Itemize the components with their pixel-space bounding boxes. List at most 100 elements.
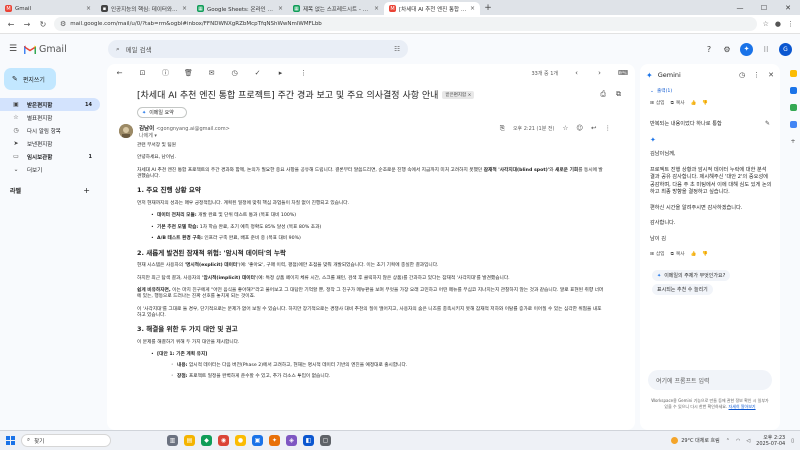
search-icon[interactable]: ⌕ [116, 45, 120, 54]
thumbs-up-icon[interactable]: 👍 [691, 252, 697, 257]
newer-icon[interactable]: ‹ [572, 69, 581, 77]
task-view-icon[interactable]: ▥ [167, 435, 178, 446]
reload-icon[interactable]: ↻ [38, 20, 48, 29]
snooze-icon[interactable]: ◷ [230, 69, 239, 77]
nav-item-more[interactable]: ⌄ 더보기 [0, 163, 100, 176]
browser-tab-doc[interactable]: ▪ 인공지능의 핵심: 데이터와 학습 × [96, 2, 192, 15]
browser-tab-active-mail[interactable]: M [차세대 AI 추천 엔진 통합 프로 × [384, 2, 480, 15]
add-task-icon[interactable]: ✓ [253, 69, 262, 77]
edit-prompt-icon[interactable]: ✎ [765, 120, 770, 127]
suggestion-chip[interactable]: 표시되는 추천 수 늘리기 [652, 284, 713, 296]
close-icon[interactable]: × [374, 5, 379, 12]
gemini-prompt-input[interactable]: 여기에 프롬프트 입력 [648, 370, 772, 390]
delete-icon[interactable]: 🗑 [184, 69, 193, 77]
nav-item-sent[interactable]: ➤ 보낸편지함 [0, 137, 100, 150]
app-icon[interactable]: ◆ [201, 435, 212, 446]
contacts-icon[interactable] [789, 121, 797, 128]
clock[interactable]: 오후 2:23 2025-07-04 [756, 435, 785, 447]
settings-gear-icon[interactable]: ⚙ [722, 45, 732, 54]
app-icon[interactable]: ▢ [320, 435, 331, 446]
keep-icon[interactable] [789, 87, 797, 94]
close-window-icon[interactable]: ✕ [776, 4, 800, 12]
suggestion-chip[interactable]: ✦ 이메일의 주제가 무엇인가요? [652, 270, 731, 282]
insert-button[interactable]: ⊞ 삽입 [650, 100, 665, 107]
windows-start-icon[interactable] [6, 436, 15, 445]
recipient-dropdown[interactable]: 나에게 ▾ [139, 132, 230, 139]
apps-grid-icon[interactable]: ⁝⁝ [761, 45, 771, 54]
gemini-button-icon[interactable]: ✦ [740, 42, 753, 56]
weather-widget[interactable]: 29°C 대체로 흐림 [671, 437, 720, 444]
compose-button[interactable]: ✎ 편지쓰기 [4, 68, 56, 90]
report-spam-icon[interactable]: ⓘ [161, 68, 170, 78]
app-icon[interactable]: ▣ [252, 435, 263, 446]
profile-icon[interactable]: ● [775, 20, 781, 28]
site-info-icon[interactable]: ⚙ [60, 20, 66, 28]
mark-unread-icon[interactable]: ✉ [207, 69, 216, 77]
print-icon[interactable]: ⎙ [600, 90, 606, 99]
nav-item-inbox[interactable]: ▣ 받은편지함 14 [0, 98, 100, 111]
reply-icon[interactable]: ↩ [591, 124, 596, 132]
copy-button[interactable]: ⧉ 복사 [671, 100, 685, 106]
search-bar[interactable]: ⌕ 메일 검색 ☷ [108, 40, 408, 58]
history-icon[interactable]: ◷ [739, 71, 745, 79]
main-menu-icon[interactable]: ☰ [2, 44, 24, 54]
emoji-react-icon[interactable]: ☺ [576, 124, 583, 132]
kakaotalk-icon[interactable]: ● [235, 435, 246, 446]
taskbar-search[interactable]: ⌕ 찾기 [21, 434, 111, 447]
close-panel-icon[interactable]: ✕ [768, 71, 774, 79]
minimize-icon[interactable]: — [728, 4, 752, 12]
keyboard-icon[interactable]: ⌨ [618, 69, 628, 77]
new-tab-button[interactable]: + [482, 2, 494, 14]
gmail-logo[interactable]: Gmail [24, 44, 104, 55]
thumbs-down-icon[interactable]: 👎 [702, 101, 708, 106]
close-icon[interactable]: × [86, 5, 91, 12]
chrome-icon[interactable]: ◉ [218, 435, 229, 446]
file-explorer-icon[interactable]: ▤ [184, 435, 195, 446]
summarize-email-button[interactable]: ✦ 이메일 요약 [137, 107, 187, 118]
close-icon[interactable]: × [182, 5, 187, 12]
insert-button[interactable]: ⊞ 삽입 [650, 251, 665, 258]
calendar-icon[interactable] [789, 70, 797, 77]
sender-avatar[interactable] [119, 124, 133, 138]
inbox-label-chip[interactable]: 받은편지함 × [442, 90, 475, 99]
help-icon[interactable]: ? [704, 45, 714, 54]
volume-icon[interactable]: ◁ [746, 438, 750, 444]
more-options-icon[interactable]: ⋮ [753, 71, 760, 79]
app-icon[interactable]: ◧ [303, 435, 314, 446]
close-icon[interactable]: × [278, 5, 283, 12]
back-icon[interactable]: ← [6, 20, 16, 29]
older-icon[interactable]: › [595, 69, 604, 77]
star-message-icon[interactable]: ☆ [562, 124, 568, 132]
open-new-window-icon[interactable]: ⧉ [616, 90, 621, 99]
search-options-icon[interactable]: ☷ [394, 45, 400, 53]
close-icon[interactable]: × [470, 5, 475, 12]
browser-tab-sheets[interactable]: ▦ Google Sheets: 온라인 스프레드시트 × [192, 2, 288, 15]
nav-item-starred[interactable]: ☆ 별표편지함 [0, 111, 100, 124]
app-icon[interactable]: ◈ [286, 435, 297, 446]
learn-more-link[interactable]: 자세히 알아보기 [729, 404, 756, 409]
add-addon-icon[interactable]: + [790, 138, 795, 145]
browser-tab-gmail[interactable]: M Gmail × [0, 2, 96, 15]
back-to-inbox-icon[interactable]: ← [115, 69, 124, 77]
more-options-icon[interactable]: ⋮ [299, 69, 308, 77]
url-field[interactable]: ⚙ mail.google.com/mail/u/0/?tab=rm&ogbl#… [54, 17, 757, 31]
app-icon[interactable]: ✦ [269, 435, 280, 446]
account-avatar[interactable]: G [779, 42, 792, 56]
archive-icon[interactable]: ⊡ [138, 69, 147, 77]
output-chip[interactable]: ⌄ 출력(1) [650, 88, 672, 95]
thumbs-down-icon[interactable]: 👎 [702, 252, 708, 257]
browser-tab-sheet-untitled[interactable]: ▦ 제목 없는 스프레드시트 - Goo × [288, 2, 384, 15]
nav-item-drafts[interactable]: ▭ 임시보관함 1 [0, 150, 100, 163]
move-to-icon[interactable]: ▸ [276, 69, 285, 77]
forward-icon[interactable]: → [22, 20, 32, 29]
menu-dots-icon[interactable]: ⋮ [787, 20, 794, 28]
message-more-icon[interactable]: ⋮ [605, 124, 612, 132]
search-input[interactable]: 메일 검색 [126, 44, 389, 54]
tray-chevron-icon[interactable]: ⌃ [726, 438, 730, 444]
bookmark-star-icon[interactable]: ☆ [763, 20, 769, 28]
copy-button[interactable]: ⧉ 복사 [671, 251, 685, 257]
add-label-icon[interactable]: + [83, 186, 90, 195]
notification-icon[interactable]: ▯ [791, 438, 794, 444]
wifi-icon[interactable]: ◠ [736, 438, 740, 444]
tasks-icon[interactable] [789, 104, 797, 111]
